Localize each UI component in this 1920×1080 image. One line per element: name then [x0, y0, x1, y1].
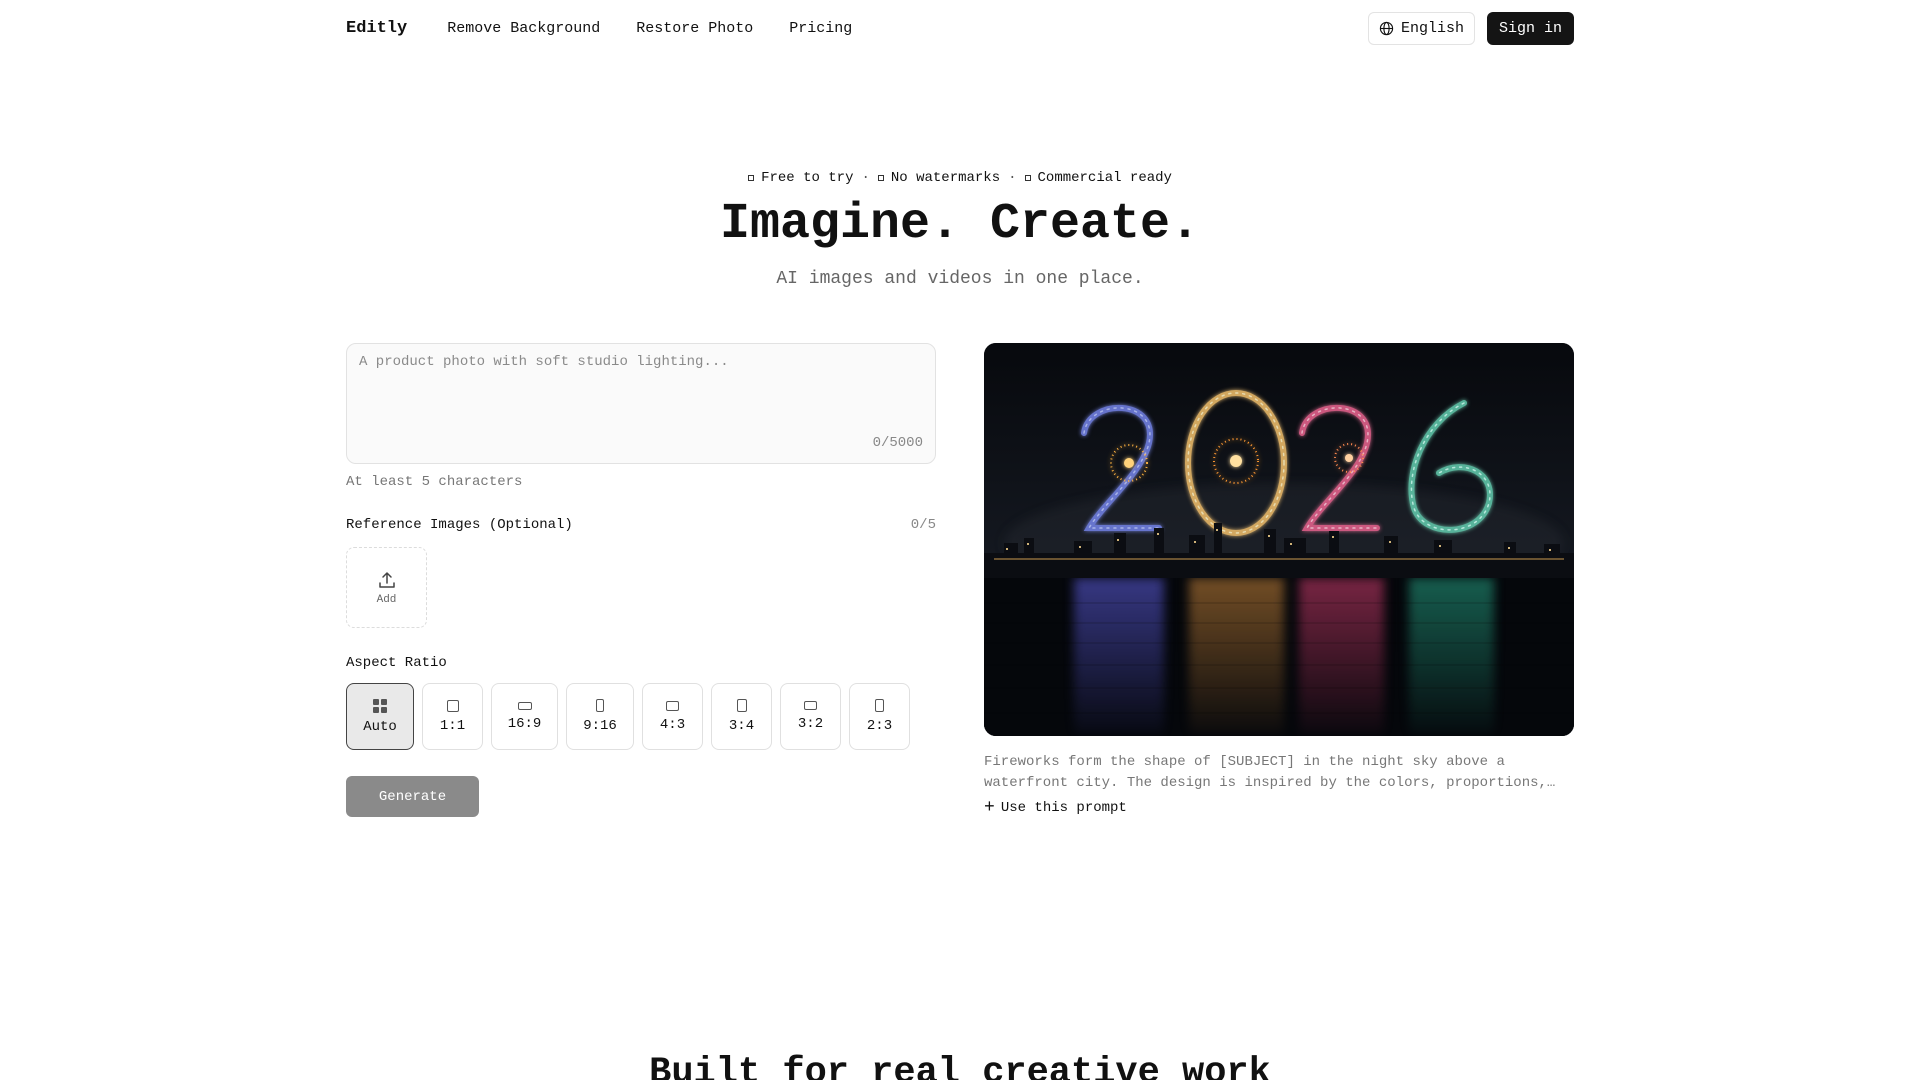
badge-label: Commercial ready [1037, 170, 1172, 186]
badge-free: Free to try [748, 170, 853, 186]
landscape-ratio-icon [666, 700, 679, 711]
hero-subtitle: AI images and videos in one place. [776, 269, 1144, 289]
nav-pricing[interactable]: Pricing [789, 20, 852, 37]
char-counter: 0/5000 [872, 435, 923, 451]
aspect-option-label: 2:3 [866, 718, 893, 734]
nav-remove-background[interactable]: Remove Background [447, 20, 600, 37]
badge-label: No watermarks [890, 170, 1001, 186]
grid-icon [373, 698, 387, 713]
reference-count: 0/5 [910, 517, 936, 533]
aspect-auto-button[interactable]: Auto [346, 683, 414, 750]
showcase-caption: Fireworks form the shape of [SUBJECT] in… [984, 754, 1547, 791]
badge-label: Free to try [761, 170, 854, 186]
landscape-ratio-icon [804, 701, 817, 710]
use-prompt-button[interactable]: + Use this prompt [984, 798, 1574, 818]
prompt-box: 0/5000 [346, 343, 936, 464]
upload-icon [378, 571, 395, 588]
aspect-16-9-button[interactable]: 16:9 [491, 683, 558, 750]
aspect-option-label: 4:3 [659, 716, 686, 733]
square-ratio-icon [446, 699, 459, 712]
add-reference-button[interactable]: Add [346, 547, 427, 628]
generator-section: 0/5000 At least 5 characters Reference I… [346, 343, 1574, 817]
language-label: English [1400, 19, 1464, 37]
nav-right: English Sign in [1367, 11, 1574, 45]
aspect-option-label: 16:9 [507, 715, 542, 732]
portrait-ratio-icon [596, 699, 604, 712]
aspect-3-2-button[interactable]: 3:2 [780, 683, 841, 750]
portrait-ratio-icon [875, 699, 884, 712]
language-selector[interactable]: English [1367, 11, 1475, 45]
globe-icon [1379, 21, 1394, 35]
sign-in-button[interactable]: Sign in [1486, 11, 1574, 45]
reference-label: Reference Images (Optional) [346, 517, 573, 533]
reference-header: Reference Images (Optional) 0/5 [346, 517, 936, 533]
aspect-ratio-options: Auto 1:1 16:9 9:16 4:3 3:4 3:2 2:3 [346, 683, 936, 750]
aspect-ratio-label: Aspect Ratio [346, 655, 447, 671]
aspect-option-label: 3:4 [728, 718, 755, 734]
top-nav: Editly Remove Background Restore Photo P… [346, 0, 1574, 56]
square-icon [877, 175, 884, 181]
square-icon [1024, 175, 1031, 181]
aspect-1-1-button[interactable]: 1:1 [422, 683, 483, 750]
generator-form: 0/5000 At least 5 characters Reference I… [346, 343, 936, 817]
fireworks-image [984, 343, 1574, 736]
nav-restore-photo[interactable]: Restore Photo [636, 20, 753, 37]
hero: Free to try · No watermarks · Commercial… [346, 170, 1574, 289]
badge-no-watermarks: No watermarks [877, 170, 1001, 186]
hero-title: Imagine. Create. [719, 196, 1201, 253]
use-prompt-label: Use this prompt [1000, 800, 1127, 816]
prompt-hint: At least 5 characters [346, 474, 523, 490]
separator-dot: · [1008, 170, 1017, 186]
landscape-ratio-icon [517, 701, 532, 710]
portrait-ratio-icon [736, 699, 747, 712]
aspect-2-3-button[interactable]: 2:3 [849, 683, 910, 750]
generate-button[interactable]: Generate [346, 776, 479, 817]
showcase-panel: Fireworks form the shape of [SUBJECT] in… [984, 343, 1574, 817]
aspect-option-label: Auto [363, 718, 397, 735]
logo[interactable]: Editly [346, 19, 407, 38]
showcase-image[interactable] [984, 343, 1574, 736]
feature-badges: Free to try · No watermarks · Commercial… [346, 170, 1574, 186]
aspect-option-label: 9:16 [583, 718, 617, 734]
plus-icon: + [984, 798, 995, 818]
aspect-3-4-button[interactable]: 3:4 [711, 683, 772, 750]
add-label: Add [376, 593, 397, 606]
badge-commercial: Commercial ready [1024, 170, 1172, 186]
separator-dot: · [861, 170, 870, 186]
square-icon [748, 175, 755, 181]
aspect-option-label: 1:1 [439, 717, 466, 734]
section-title: Built for real creative work [649, 1052, 1271, 1080]
aspect-option-label: 3:2 [797, 716, 824, 732]
nav-left: Editly Remove Background Restore Photo P… [346, 19, 888, 38]
aspect-4-3-button[interactable]: 4:3 [642, 683, 703, 750]
aspect-9-16-button[interactable]: 9:16 [566, 683, 634, 750]
prompt-input[interactable] [347, 344, 935, 463]
